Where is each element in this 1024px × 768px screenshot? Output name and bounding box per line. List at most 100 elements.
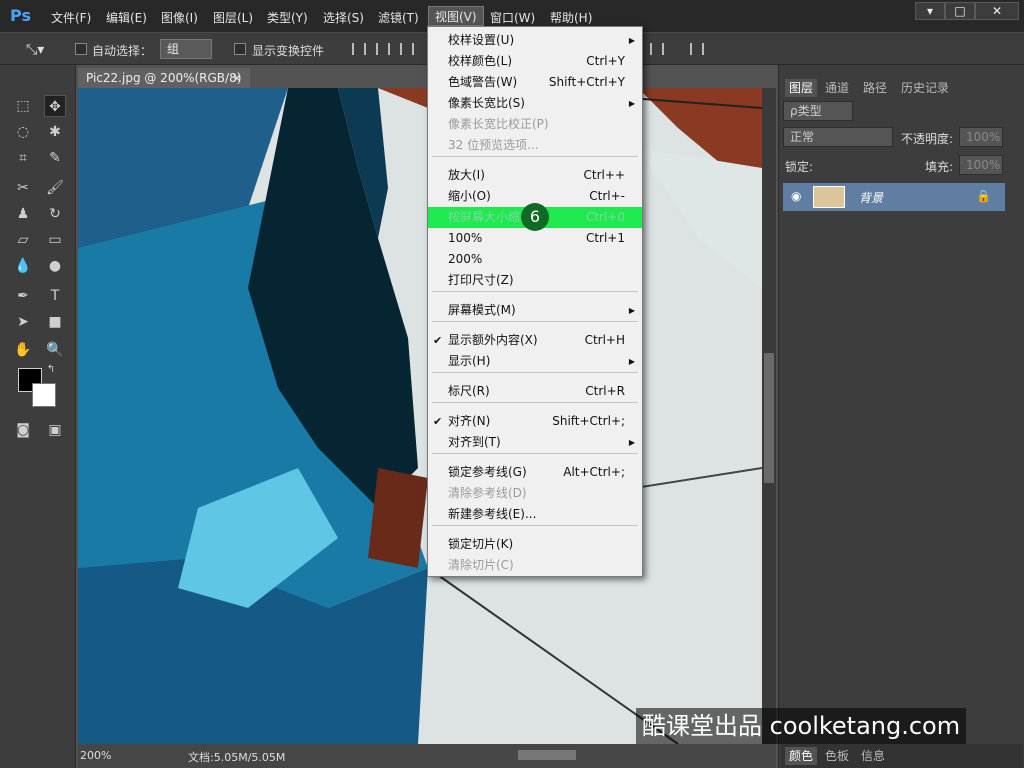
visibility-eye-icon[interactable]: ◉: [791, 189, 801, 203]
view-menu-item[interactable]: ✔ 显示额外内容(X) Ctrl+H: [428, 330, 642, 351]
path-select-icon[interactable]: ➤: [12, 311, 34, 333]
distribute-horizontal-icon[interactable]: [690, 43, 704, 55]
menu-item-shortcut: Shift+Ctrl+;: [552, 414, 625, 428]
eyedropper-icon[interactable]: ✎: [44, 147, 66, 169]
menu-item-shortcut: Ctrl+-: [589, 189, 625, 203]
view-menu-item[interactable]: 屏幕模式(M) ▶: [428, 300, 642, 321]
tab-color[interactable]: 颜色: [785, 747, 818, 765]
image-canvas[interactable]: [78, 88, 762, 744]
view-menu-item[interactable]: 校样设置(U) ▶: [428, 30, 642, 51]
horizontal-scroll-thumb[interactable]: [518, 750, 576, 760]
align-middle-icon[interactable]: [376, 43, 390, 55]
checkmark-icon: ✔: [433, 415, 443, 428]
view-menu-item[interactable]: 校样颜色(L) Ctrl+Y: [428, 51, 642, 72]
close-button[interactable]: ✕: [975, 2, 1019, 20]
menu-item-label: 对齐(N): [448, 414, 491, 428]
gradient-tool-icon[interactable]: ▭: [44, 229, 66, 251]
menu-type[interactable]: 类型(Y): [267, 9, 308, 26]
view-menu-item[interactable]: 色域警告(W) Shift+Ctrl+Y: [428, 72, 642, 93]
blend-mode-select[interactable]: 正常: [783, 127, 893, 147]
clone-stamp-icon[interactable]: ♟: [12, 203, 34, 225]
menu-separator: [432, 525, 638, 526]
blur-tool-icon[interactable]: 💧: [12, 255, 34, 277]
view-menu-item[interactable]: 100% Ctrl+1: [428, 228, 642, 249]
menu-image[interactable]: 图像(I): [161, 9, 198, 26]
auto-select-checkbox[interactable]: [75, 43, 87, 55]
menu-item-label: 屏幕模式(M): [448, 303, 516, 317]
restore-button[interactable]: □: [945, 2, 975, 20]
menu-select[interactable]: 选择(S): [323, 9, 364, 26]
view-menu-item[interactable]: 标尺(R) Ctrl+R: [428, 381, 642, 402]
view-menu-item[interactable]: ✔ 对齐(N) Shift+Ctrl+;: [428, 411, 642, 432]
document-info: 文档:5.05M/5.05M: [188, 751, 286, 764]
lock-icon: 🔒: [976, 189, 991, 203]
pen-tool-icon[interactable]: ✒: [12, 285, 34, 307]
menu-view[interactable]: 视图(V): [428, 6, 484, 26]
type-tool-icon[interactable]: T: [44, 285, 66, 307]
view-menu-item[interactable]: 显示(H) ▶: [428, 351, 642, 372]
scroll-thumb[interactable]: [764, 353, 774, 483]
healing-brush-icon[interactable]: ✂: [12, 177, 34, 199]
dodge-tool-icon[interactable]: ●: [44, 255, 66, 277]
layer-row-background[interactable]: ◉ 背景 🔒: [783, 183, 1005, 211]
tab-layers[interactable]: 图层: [785, 79, 818, 97]
magic-wand-icon[interactable]: ✱: [44, 121, 66, 143]
menu-help[interactable]: 帮助(H): [550, 9, 592, 26]
tab-info[interactable]: 信息: [857, 747, 889, 765]
opacity-label: 不透明度:: [901, 132, 954, 146]
view-menu-item[interactable]: 200%: [428, 249, 642, 270]
tab-history[interactable]: 历史记录: [897, 79, 953, 97]
opacity-input[interactable]: 100%: [959, 127, 1003, 147]
align-bottom-icon[interactable]: [400, 43, 414, 55]
menu-item-shortcut: Shift+Ctrl+Y: [548, 75, 625, 89]
zoom-level[interactable]: 200%: [80, 749, 111, 762]
move-tool-icon[interactable]: ✥: [44, 95, 66, 117]
menu-item-label: 锁定切片(K): [448, 537, 514, 551]
view-menu-item[interactable]: 新建参考线(E)...: [428, 504, 642, 525]
lasso-tool-icon[interactable]: ◌: [12, 121, 34, 143]
vertical-scrollbar[interactable]: [762, 88, 776, 744]
tab-swatches[interactable]: 色板: [821, 747, 853, 765]
view-menu-item[interactable]: 像素长宽比(S) ▶: [428, 93, 642, 114]
background-color-swatch[interactable]: [32, 383, 56, 407]
view-menu-item[interactable]: 打印尺寸(Z): [428, 270, 642, 291]
shape-tool-icon[interactable]: ■: [44, 311, 66, 333]
hand-tool-icon[interactable]: ✋: [12, 339, 34, 361]
document-tab[interactable]: Pic22.jpg @ 200%(RGB/8) ×: [78, 68, 250, 88]
quick-mask-icon[interactable]: ◙: [12, 419, 34, 441]
show-transform-checkbox[interactable]: [234, 43, 246, 55]
layer-thumbnail: [813, 186, 845, 208]
view-menu-item[interactable]: 锁定参考线(G) Alt+Ctrl+;: [428, 462, 642, 483]
menu-file[interactable]: 文件(F): [51, 9, 91, 26]
fill-input[interactable]: 100%: [959, 155, 1003, 175]
menu-edit[interactable]: 编辑(E): [106, 9, 147, 26]
tab-paths[interactable]: 路径: [859, 79, 891, 97]
zoom-tool-icon[interactable]: 🔍: [44, 339, 66, 361]
view-menu-item[interactable]: 对齐到(T) ▶: [428, 432, 642, 453]
marquee-tool-icon[interactable]: ⬚: [12, 95, 34, 117]
submenu-arrow-icon: ▶: [628, 99, 635, 108]
menu-filter[interactable]: 滤镜(T): [378, 9, 419, 26]
swap-colors-icon[interactable]: ↰: [44, 363, 58, 377]
minimize-button[interactable]: ▾: [915, 2, 945, 20]
align-top-icon[interactable]: [352, 43, 366, 55]
auto-select-dropdown[interactable]: 组: [160, 39, 212, 59]
move-tool-icon[interactable]: ⤡▾: [26, 42, 44, 58]
screen-mode-icon[interactable]: ▣: [44, 419, 66, 441]
eraser-tool-icon[interactable]: ▱: [12, 229, 34, 251]
menu-item-label: 清除参考线(D): [448, 486, 527, 500]
tab-channels[interactable]: 通道: [821, 79, 853, 97]
photoshop-logo: Ps: [10, 6, 31, 25]
close-tab-icon[interactable]: ×: [232, 68, 242, 88]
view-menu-item[interactable]: 放大(I) Ctrl++: [428, 165, 642, 186]
brush-tool-icon[interactable]: 🖌: [44, 177, 66, 199]
history-brush-icon[interactable]: ↻: [44, 203, 66, 225]
menu-separator: [432, 453, 638, 454]
menu-layer[interactable]: 图层(L): [213, 9, 253, 26]
view-menu-item[interactable]: 锁定切片(K): [428, 534, 642, 555]
layer-filter-select[interactable]: ρ类型: [783, 101, 853, 121]
menu-window[interactable]: 窗口(W): [490, 9, 535, 26]
distribute-icon[interactable]: [650, 43, 664, 55]
menu-item-shortcut: Ctrl+1: [585, 231, 625, 245]
crop-tool-icon[interactable]: ⌗: [12, 147, 34, 169]
